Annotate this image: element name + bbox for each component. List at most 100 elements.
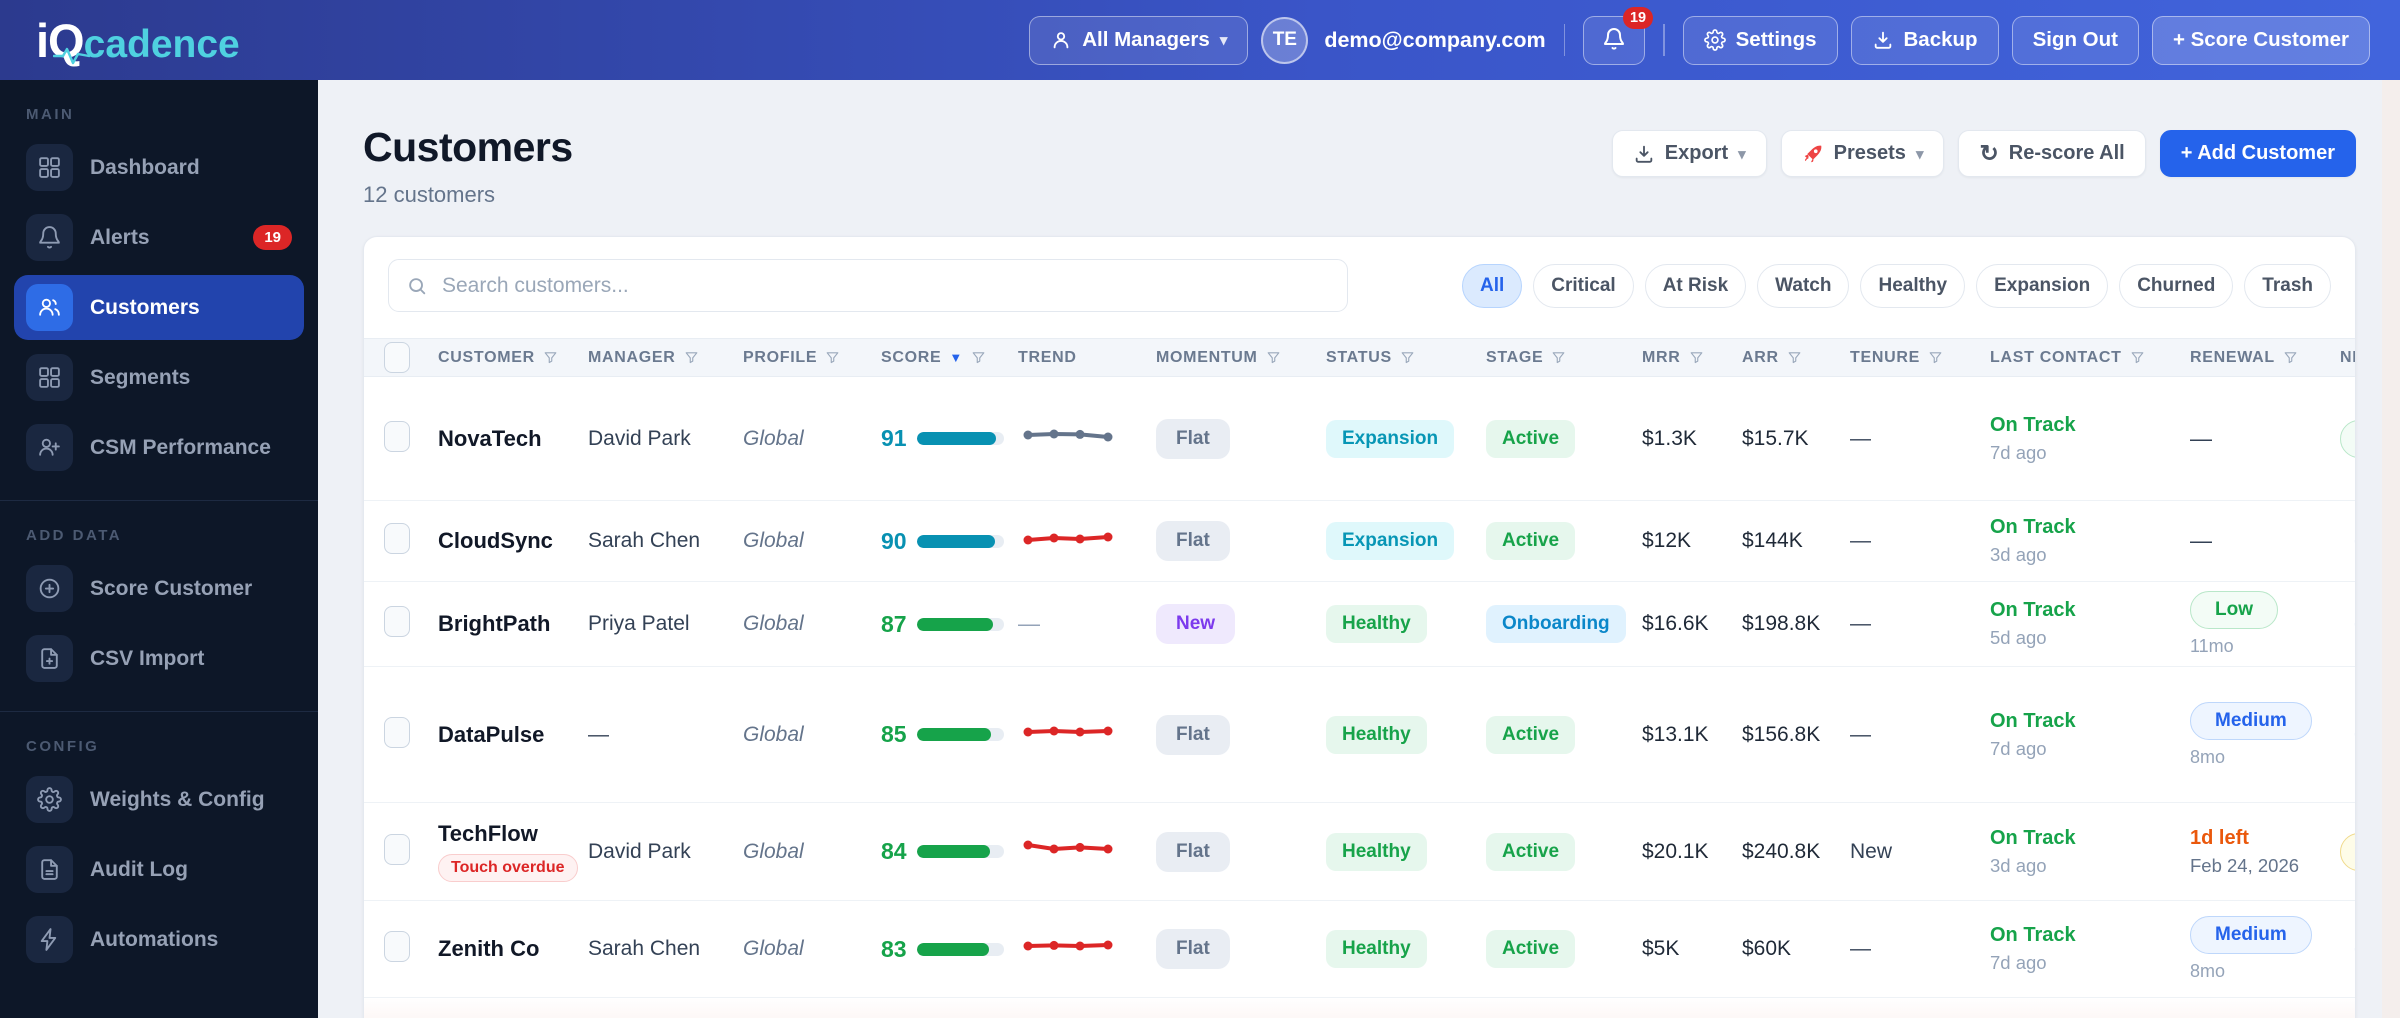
sidebar-item-score-customer[interactable]: Score Customer xyxy=(14,556,304,621)
filter-funnel-icon[interactable] xyxy=(1689,350,1704,365)
score-customer-label: + Score Customer xyxy=(2172,28,2349,51)
backup-button[interactable]: Backup xyxy=(1850,15,1999,65)
customer-name[interactable]: TechFlow xyxy=(438,821,574,847)
table-row-novatech[interactable]: NovaTech David Park Global 91 Flat Expan… xyxy=(364,377,2355,501)
table-row-datapulse[interactable]: DataPulse — Global 85 Flat Healthy Activ… xyxy=(364,667,2355,803)
scrollbar-track[interactable] xyxy=(2382,80,2400,1018)
filter-chip-watch[interactable]: Watch xyxy=(1757,263,1850,308)
table-row-cloudsync[interactable]: CloudSync Sarah Chen Global 90 Flat Expa… xyxy=(364,501,2355,582)
row-checkbox[interactable] xyxy=(384,606,410,637)
sidebar-item-dashboard[interactable]: Dashboard xyxy=(14,135,304,200)
add-nps-button[interactable]: + xyxy=(2354,721,2355,747)
row-checkbox[interactable] xyxy=(384,833,410,865)
column-header-arr[interactable]: ARR xyxy=(1728,349,1836,367)
column-header-customer[interactable]: Customer xyxy=(424,349,574,367)
row-checkbox[interactable] xyxy=(384,716,410,748)
filter-funnel-icon[interactable] xyxy=(971,350,986,365)
filter-funnel-icon[interactable] xyxy=(2130,350,2145,365)
notifications-button[interactable]: 19 xyxy=(1583,6,1654,65)
column-header-last-contact[interactable]: Last Contact xyxy=(1976,349,2176,367)
column-header-profile[interactable]: Profile xyxy=(729,349,867,367)
filter-chip-all[interactable]: All xyxy=(1462,263,1523,308)
manager-filter-label: All Managers xyxy=(1082,28,1210,51)
sidebar-item-segments[interactable]: Segments xyxy=(14,345,304,410)
sidebar-item-weights-config[interactable]: Weights & Config xyxy=(14,767,304,832)
filter-chip-at-risk[interactable]: At Risk xyxy=(1644,263,1747,308)
filter-funnel-icon[interactable] xyxy=(1266,350,1281,365)
settings-button[interactable]: Settings xyxy=(1682,15,1838,65)
profile-cell: Global xyxy=(743,722,804,746)
score-customer-button[interactable]: + Score Customer xyxy=(2151,15,2370,65)
filter-funnel-icon[interactable] xyxy=(1551,350,1566,365)
sidebar-item-audit-log[interactable]: Audit Log xyxy=(14,837,304,902)
customers-table: Customer Manager Profile Score ▼ Trend M… xyxy=(364,338,2355,1018)
backup-label: Backup xyxy=(1903,28,1978,51)
customer-name[interactable]: CloudSync xyxy=(438,528,574,554)
add-nps-button[interactable]: + xyxy=(2354,611,2355,637)
chevron-down-icon: ▾ xyxy=(1915,145,1924,163)
no-trend-dash: — xyxy=(1018,611,1040,636)
filter-funnel-icon[interactable] xyxy=(684,350,699,365)
select-all-checkbox[interactable] xyxy=(384,342,410,373)
customer-name[interactable]: NovaTech xyxy=(438,426,574,452)
filter-funnel-icon[interactable] xyxy=(825,350,840,365)
sign-out-button[interactable]: Sign Out xyxy=(2011,15,2139,65)
add-nps-button[interactable]: + xyxy=(2354,936,2355,962)
row-checkbox[interactable] xyxy=(384,523,410,554)
filter-chip-healthy[interactable]: Healthy xyxy=(1860,263,1966,308)
column-header-nps[interactable]: NPS xyxy=(2326,349,2355,367)
column-header-trend[interactable]: Trend xyxy=(1004,349,1142,367)
export-button[interactable]: Export ▾ xyxy=(1611,130,1767,177)
column-header-manager[interactable]: Manager xyxy=(574,349,729,367)
filter-chip-expansion[interactable]: Expansion xyxy=(1976,263,2109,308)
row-checkbox[interactable] xyxy=(384,420,410,452)
sidebar-item-alerts[interactable]: Alerts 19 xyxy=(14,205,304,270)
presets-button[interactable]: Presets ▾ xyxy=(1780,130,1945,177)
column-header-status[interactable]: Status xyxy=(1312,349,1472,367)
customer-name[interactable]: Zenith Co xyxy=(438,936,574,962)
table-row-zenith-co[interactable]: Zenith Co Sarah Chen Global 83 Flat Heal… xyxy=(364,901,2355,998)
add-customer-button[interactable]: + Add Customer xyxy=(2159,130,2356,177)
rescore-all-button[interactable]: ↻ Re-score All xyxy=(1958,130,2146,177)
renewal-cell: — xyxy=(2176,528,2326,554)
sidebar-item-csm-performance[interactable]: CSM Performance xyxy=(14,415,304,480)
file-plus-icon xyxy=(26,635,73,682)
filter-funnel-icon[interactable] xyxy=(1928,350,1943,365)
status-chip: Expansion xyxy=(1326,522,1455,560)
column-header-tenure[interactable]: Tenure xyxy=(1836,349,1976,367)
momentum-chip: Flat xyxy=(1156,418,1230,459)
column-header-stage[interactable]: Stage xyxy=(1472,349,1628,367)
row-checkbox[interactable] xyxy=(384,931,410,962)
page-actions: Export ▾ Presets ▾ ↻ Re-score All + Add … xyxy=(1611,130,2356,177)
table-row-techflow[interactable]: TechFlow Touch overdue David Park Global… xyxy=(364,803,2355,901)
manager-filter-dropdown[interactable]: All Managers ▾ xyxy=(1029,15,1249,65)
column-header-momentum[interactable]: Momentum xyxy=(1142,349,1312,367)
column-header-mrr[interactable]: MRR xyxy=(1628,349,1728,367)
column-header-score[interactable]: Score ▼ xyxy=(867,349,1004,367)
touch-overdue-badge: Touch overdue xyxy=(438,854,578,882)
mrr-cell: $20.1K xyxy=(1642,839,1709,863)
status-chip: Healthy xyxy=(1326,832,1427,871)
app-logo[interactable]: iQ cadence xyxy=(36,13,240,68)
sidebar-item-csv-import[interactable]: CSV Import xyxy=(14,626,304,691)
sidebar-item-customers[interactable]: Customers xyxy=(14,275,304,340)
filter-funnel-icon[interactable] xyxy=(2283,350,2298,365)
table-row-brightpath[interactable]: BrightPath Priya Patel Global 87 — New H… xyxy=(364,582,2355,667)
filter-funnel-icon[interactable] xyxy=(543,350,558,365)
column-header[interactable] xyxy=(364,342,424,373)
customer-name[interactable]: BrightPath xyxy=(438,611,574,637)
status-chip: Healthy xyxy=(1326,930,1427,968)
customer-name[interactable]: DataPulse xyxy=(438,722,574,748)
add-nps-button[interactable]: + xyxy=(2354,528,2355,554)
filter-funnel-icon[interactable] xyxy=(1787,350,1802,365)
filter-chip-churned[interactable]: Churned xyxy=(2119,263,2234,308)
filter-funnel-icon[interactable] xyxy=(1400,350,1415,365)
column-header-renewal[interactable]: Renewal xyxy=(2176,349,2326,367)
rescore-label: Re-score All xyxy=(2008,142,2125,164)
filter-chip-critical[interactable]: Critical xyxy=(1533,263,1634,308)
avatar[interactable]: TE xyxy=(1261,16,1309,64)
profile-cell: Global xyxy=(743,839,804,863)
filter-chip-trash[interactable]: Trash xyxy=(2244,263,2331,308)
search-input[interactable] xyxy=(440,272,1330,299)
sidebar-item-automations[interactable]: Automations xyxy=(14,907,304,972)
